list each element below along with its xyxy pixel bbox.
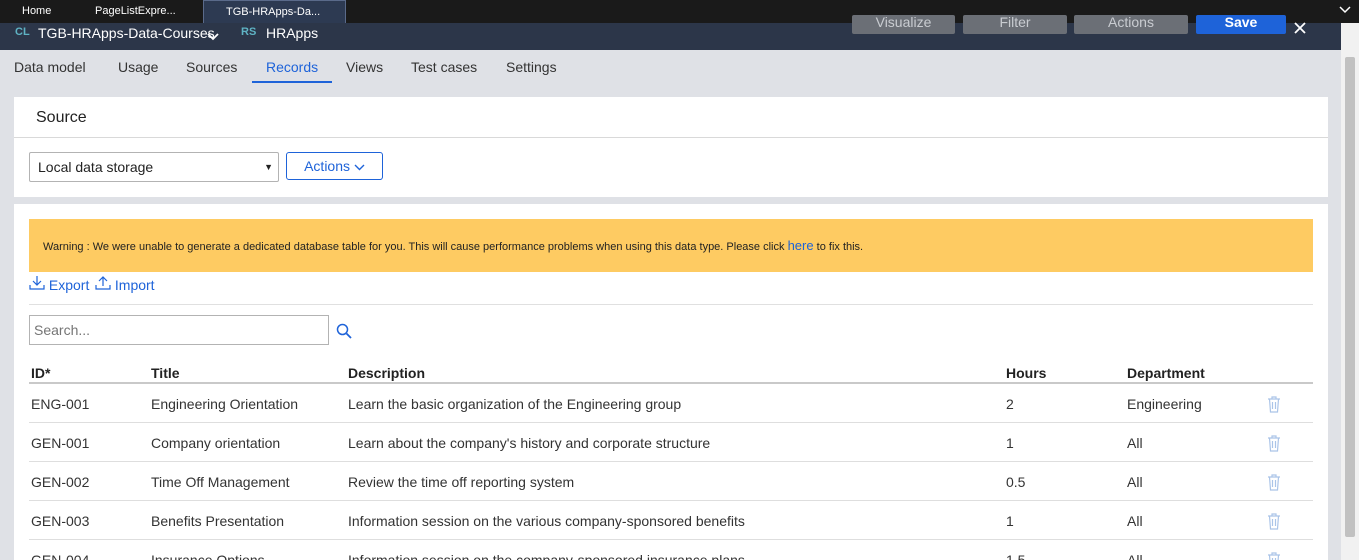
tab-records[interactable]: Records <box>266 59 318 75</box>
warning-fix-link[interactable]: here <box>788 238 814 253</box>
column-header-department[interactable]: Department <box>1127 365 1205 381</box>
cell-id: ENG-001 <box>31 396 90 412</box>
close-icon[interactable] <box>1293 19 1307 40</box>
tab-test-cases[interactable]: Test cases <box>411 59 477 75</box>
cell-description: Learn about the company's history and co… <box>348 435 711 451</box>
cell-title: Company orientation <box>151 435 281 451</box>
source-select[interactable]: Local data storage ▼ <box>29 152 279 182</box>
column-header-description[interactable]: Description <box>348 365 425 381</box>
header-actions-button[interactable]: Actions <box>1074 15 1188 34</box>
tab-settings[interactable]: Settings <box>506 59 557 75</box>
import-button[interactable]: Import <box>95 275 155 293</box>
filter-button[interactable]: Filter <box>963 15 1067 34</box>
browser-tab-home[interactable]: Home <box>22 0 51 23</box>
cell-description: Information session on the company-spons… <box>348 552 745 560</box>
trash-icon[interactable] <box>1267 551 1281 560</box>
records-panel: Warning : We were unable to generate a d… <box>14 204 1328 560</box>
cell-hours: 1 <box>1006 513 1014 529</box>
cell-id: GEN-002 <box>31 474 90 490</box>
warning-text: Warning : We were unable to generate a d… <box>43 241 785 253</box>
dropdown-arrow-icon: ▼ <box>264 162 273 172</box>
browser-tab-pagelist[interactable]: PageListExpre... <box>95 0 176 23</box>
source-select-value: Local data storage <box>38 159 154 175</box>
warning-text-after: to fix this. <box>816 241 864 253</box>
chevron-down-icon[interactable] <box>207 28 219 46</box>
cell-description: Learn the basic organization of the Engi… <box>348 396 682 412</box>
cell-id: GEN-003 <box>31 513 90 529</box>
column-header-title[interactable]: Title <box>151 365 180 381</box>
active-tab-indicator <box>252 81 332 83</box>
cell-department: Engineering <box>1127 396 1202 412</box>
cell-department: All <box>1127 474 1143 490</box>
table-row[interactable]: GEN-004 Insurance Options Information se… <box>29 540 1313 560</box>
cell-description: Information session on the various compa… <box>348 513 745 529</box>
cell-hours: 2 <box>1006 396 1014 412</box>
warning-banner: Warning : We were unable to generate a d… <box>29 219 1313 272</box>
cell-hours: 1.5 <box>1006 552 1026 560</box>
download-icon <box>29 276 49 293</box>
tab-sources[interactable]: Sources <box>186 59 237 75</box>
cell-title: Engineering Orientation <box>151 396 299 412</box>
ruleset-name: HRApps <box>266 25 319 41</box>
search-input[interactable] <box>29 315 329 345</box>
import-label: Import <box>114 277 155 293</box>
source-actions-button[interactable]: Actions <box>286 152 383 180</box>
rule-tabs: Data model Usage Sources Records Views T… <box>0 50 1341 86</box>
table-row[interactable]: ENG-001 Engineering Orientation Learn th… <box>29 384 1313 423</box>
table-row[interactable]: GEN-001 Company orientation Learn about … <box>29 423 1313 462</box>
divider <box>29 304 1313 305</box>
cell-department: All <box>1127 552 1143 560</box>
export-button[interactable]: Export <box>29 275 89 293</box>
export-label: Export <box>48 277 90 293</box>
save-button[interactable]: Save <box>1196 15 1286 34</box>
cell-hours: 0.5 <box>1006 474 1026 490</box>
table-row[interactable]: GEN-002 Time Off Management Review the t… <box>29 462 1313 501</box>
search-icon[interactable] <box>336 323 352 339</box>
class-name[interactable]: TGB-HRApps-Data-Courses <box>38 25 215 41</box>
cell-id: GEN-004 <box>31 552 90 560</box>
column-header-id[interactable]: ID* <box>31 365 50 381</box>
browser-tab-active[interactable]: TGB-HRApps-Da... <box>203 0 346 23</box>
chevron-down-icon <box>354 158 365 174</box>
cell-department: All <box>1127 513 1143 529</box>
cell-hours: 1 <box>1006 435 1014 451</box>
page-scrollbar[interactable] <box>1341 23 1359 560</box>
source-actions-label: Actions <box>304 158 351 174</box>
trash-icon[interactable] <box>1267 395 1281 413</box>
trash-icon[interactable] <box>1267 434 1281 452</box>
source-panel: Source Local data storage ▼ Actions <box>14 97 1328 197</box>
class-badge: CL <box>15 26 30 38</box>
tab-views[interactable]: Views <box>346 59 383 75</box>
ruleset-badge: RS <box>241 26 257 38</box>
cell-description: Review the time off reporting system <box>348 474 575 490</box>
cell-department: All <box>1127 435 1143 451</box>
trash-icon[interactable] <box>1267 473 1281 491</box>
cell-title: Time Off Management <box>151 474 290 490</box>
tab-usage[interactable]: Usage <box>118 59 158 75</box>
visualize-button[interactable]: Visualize <box>852 15 955 34</box>
upload-icon <box>95 276 115 293</box>
rule-header: CL TGB-HRApps-Data-Courses RS HRApps Vis… <box>0 15 1341 50</box>
divider <box>14 137 1328 138</box>
tab-data-model[interactable]: Data model <box>14 59 86 75</box>
cell-title: Insurance Options <box>151 552 265 560</box>
trash-icon[interactable] <box>1267 512 1281 530</box>
cell-title: Benefits Presentation <box>151 513 285 529</box>
chevron-down-icon[interactable] <box>1339 3 1351 17</box>
column-header-hours[interactable]: Hours <box>1006 365 1046 381</box>
cell-id: GEN-001 <box>31 435 90 451</box>
source-title: Source <box>36 109 87 126</box>
table-row[interactable]: GEN-003 Benefits Presentation Informatio… <box>29 501 1313 540</box>
scrollbar-thumb[interactable] <box>1345 57 1355 537</box>
